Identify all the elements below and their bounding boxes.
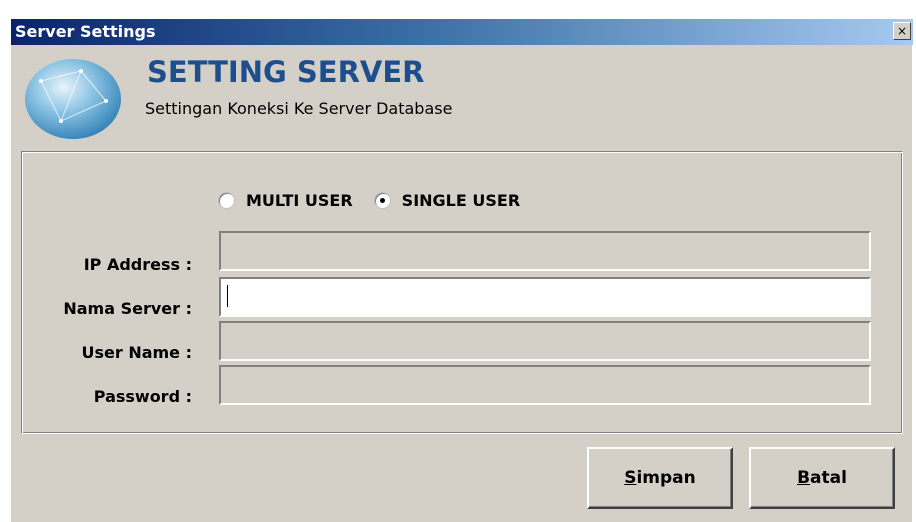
window-title: Server Settings <box>15 22 156 41</box>
user-name-label: User Name : <box>81 343 192 362</box>
title-bar[interactable]: Server Settings × <box>11 19 913 45</box>
page-title: SETTING SERVER <box>147 55 425 89</box>
server-settings-window: Server Settings × SETTING SERVER Setting… <box>10 18 913 522</box>
multi-user-label[interactable]: MULTI USER <box>246 191 353 210</box>
nama-server-label: Nama Server : <box>63 299 192 318</box>
single-user-label[interactable]: SINGLE USER <box>402 191 520 210</box>
nama-server-field[interactable] <box>219 277 871 317</box>
batal-label: atal <box>810 468 847 488</box>
batal-button[interactable]: Batal <box>749 447 895 509</box>
single-user-radio[interactable] <box>374 192 390 208</box>
batal-mnemonic: B <box>797 468 811 488</box>
page-subtitle: Settingan Koneksi Ke Server Database <box>145 99 453 118</box>
text-caret <box>227 285 228 307</box>
close-icon: × <box>896 24 908 38</box>
password-field[interactable] <box>219 365 871 405</box>
ip-address-label: IP Address : <box>83 255 192 274</box>
multi-user-radio[interactable] <box>219 192 234 208</box>
user-name-field[interactable] <box>219 321 871 361</box>
globe-network-icon <box>25 59 121 139</box>
user-mode-radio-group: MULTI USER SINGLE USER <box>219 189 542 211</box>
simpan-button[interactable]: Simpan <box>587 447 733 509</box>
ip-address-field[interactable] <box>219 231 871 271</box>
password-label: Password : <box>93 387 192 406</box>
close-button[interactable]: × <box>893 22 911 40</box>
simpan-label: impan <box>636 468 696 488</box>
simpan-mnemonic: S <box>624 468 637 488</box>
